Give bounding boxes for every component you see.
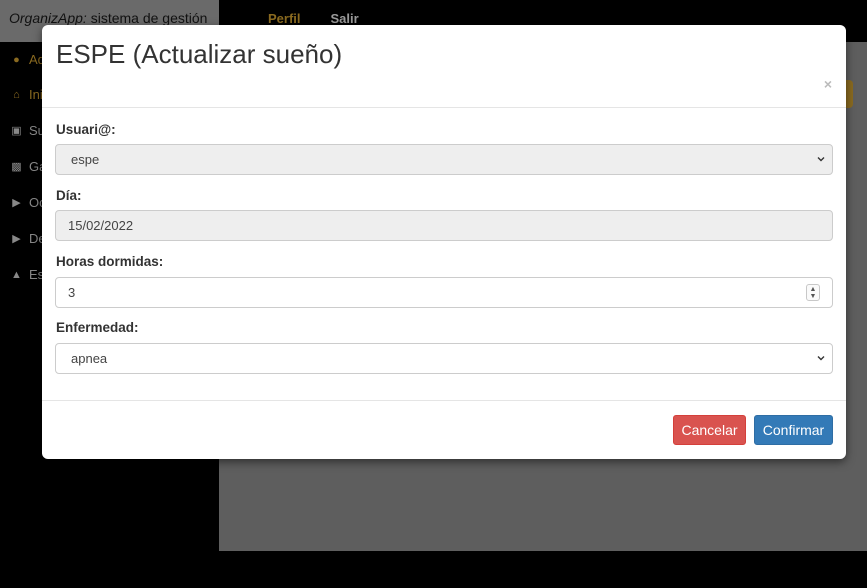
modal-footer: Cancelar Confirmar — [42, 400, 846, 459]
sidebar-item-gastos[interactable]: ▩ Ga — [10, 159, 46, 174]
bed-icon: ▣ — [11, 125, 22, 137]
dia-label: Día: — [56, 188, 82, 203]
cancel-button[interactable]: Cancelar — [673, 415, 746, 445]
enfermedad-label: Enfermedad: — [56, 320, 139, 335]
graduation-cap-icon: ▲ — [11, 268, 22, 281]
sidebar-item-ocio[interactable]: ▶ Oc — [10, 195, 45, 210]
chevron-down-icon — [817, 356, 825, 361]
horas-label: Horas dormidas: — [56, 254, 164, 269]
close-icon[interactable]: × — [824, 76, 832, 92]
sidebar-item-estudios[interactable]: ▲ Es — [10, 267, 44, 282]
nav-salir-link[interactable]: Salir — [331, 11, 359, 26]
update-sleep-modal: ESPE (Actualizar sueño) × Usuari@: espe … — [42, 25, 846, 459]
modal-header: ESPE (Actualizar sueño) × — [42, 25, 846, 108]
brand-name: OrganizApp: — [9, 10, 87, 26]
money-icon: ▩ — [11, 161, 22, 173]
usuario-select[interactable]: espe — [55, 144, 833, 175]
play-icon: ▶ — [12, 233, 21, 245]
dia-input[interactable]: 15/02/2022 — [55, 210, 833, 241]
usuario-value: espe — [71, 152, 100, 167]
home-icon: ⌂ — [13, 88, 20, 101]
sidebar-item-deporte[interactable]: ▶ De — [10, 231, 45, 246]
nav-perfil-link[interactable]: Perfil — [268, 11, 301, 26]
enfermedad-select[interactable]: apnea — [55, 343, 833, 374]
sidebar-item-inicio[interactable]: ⌂ Ini — [10, 87, 43, 102]
brand-tagline: sistema de gestión — [86, 10, 208, 26]
youtube-icon: ▶ — [12, 197, 21, 209]
spinner-up-icon[interactable]: ▲ — [810, 286, 817, 293]
horas-value: 3 — [68, 285, 76, 300]
top-nav: Perfil Salir — [268, 11, 359, 26]
confirm-button[interactable]: Confirmar — [754, 415, 833, 445]
modal-title: ESPE (Actualizar sueño) — [56, 39, 343, 69]
sidebar-item-sueno[interactable]: ▣ Su — [10, 123, 45, 138]
sidebar-item-admin[interactable]: ● Ad — [10, 52, 45, 67]
user-icon: ● — [13, 53, 20, 66]
spinner-down-icon[interactable]: ▼ — [810, 293, 817, 300]
usuario-label: Usuari@: — [56, 122, 116, 137]
enfermedad-value: apnea — [71, 351, 108, 366]
chevron-down-icon — [817, 157, 825, 162]
number-spinner[interactable]: ▲ ▼ — [806, 284, 820, 301]
horas-number-input[interactable]: 3 ▲ ▼ — [55, 277, 833, 308]
sidebar-item-label: Ini — [29, 87, 43, 102]
dia-value: 15/02/2022 — [68, 218, 134, 233]
